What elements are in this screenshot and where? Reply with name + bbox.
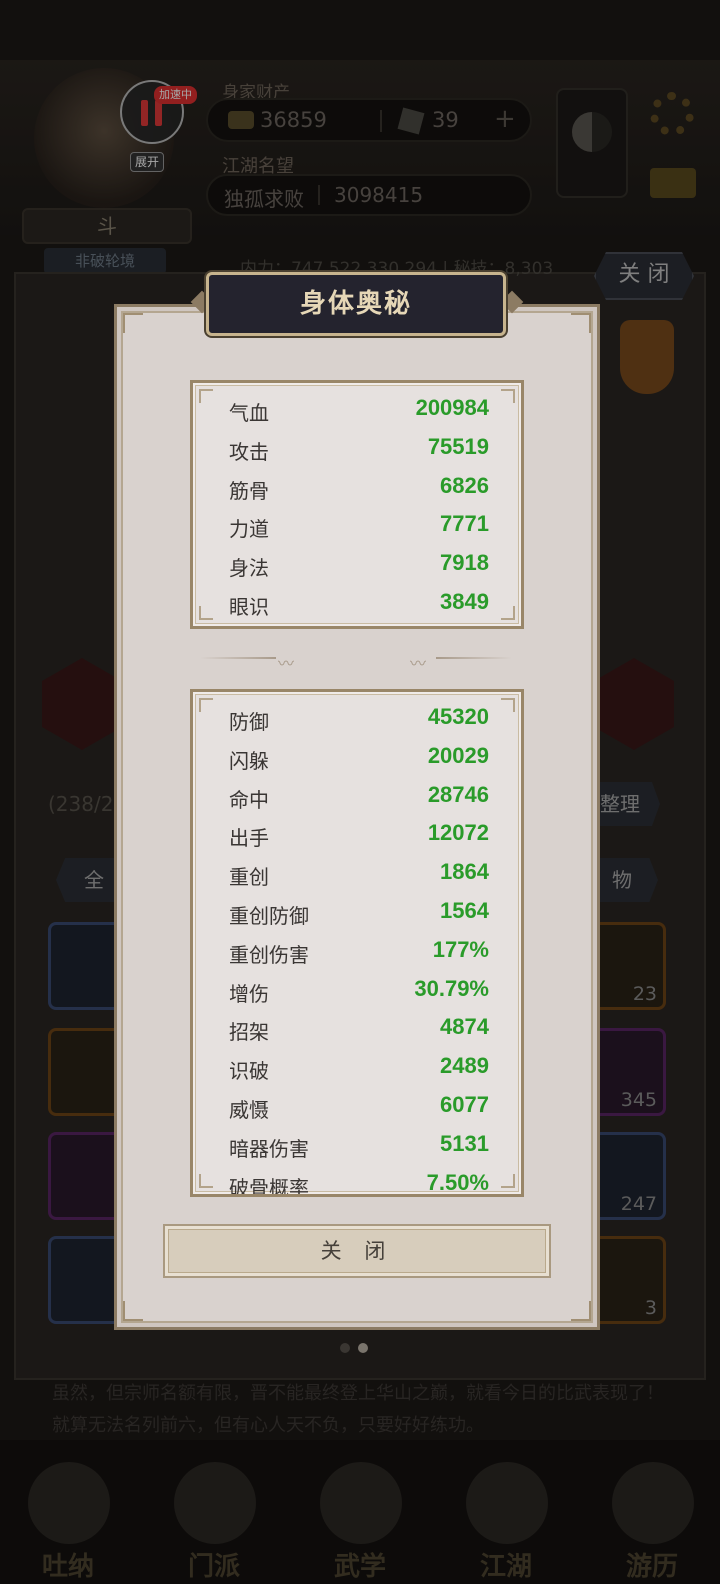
stat-name: 筋骨 (229, 478, 269, 503)
stat-name: 气血 (229, 401, 269, 425)
stat-value: 6077 (440, 1091, 489, 1117)
stat-row: 防御 45320 (229, 700, 489, 739)
stat-value: 2489 (440, 1053, 489, 1079)
stat-value: 177% (432, 936, 489, 962)
stat-name: 增伤 (229, 981, 269, 1006)
stat-row: 暗器伤害 5131 (229, 1127, 489, 1166)
stat-name: 力道 (229, 517, 269, 542)
divider (200, 657, 276, 659)
stat-name: 重创 (229, 865, 269, 890)
basic-stats-panel: 气血 200984 攻击 75519 筋骨 6826 力道 7771 身法 7918 眼识 3849 (190, 380, 524, 629)
stat-value: 75519 (427, 433, 489, 459)
stat-row: 增伤 30.79% (229, 972, 489, 1011)
stat-value: 7918 (440, 550, 489, 576)
stat-row: 身法 7918 (229, 546, 489, 585)
stat-name: 破骨概率 (229, 1175, 309, 1197)
stat-name: 身法 (229, 556, 269, 581)
stat-value: 7.50% (426, 1169, 489, 1195)
stat-row: 重创伤害 177% (229, 933, 489, 972)
stat-value: 7771 (440, 511, 489, 537)
stat-name: 识破 (229, 1059, 269, 1084)
divider (436, 657, 512, 659)
flourish-icon: 〰 (278, 654, 295, 673)
stat-row: 识破 2489 (229, 1049, 489, 1088)
stat-name: 重创防御 (229, 903, 309, 928)
page-dot (340, 1343, 350, 1353)
stat-row: 气血 200984 (229, 391, 489, 430)
stat-name: 出手 (229, 826, 269, 851)
stat-value: 200984 (415, 395, 489, 420)
flourish-icon: 〰 (410, 654, 427, 673)
stat-name: 攻击 (229, 439, 269, 464)
stat-row: 招架 4874 (229, 1010, 489, 1049)
stat-name: 闪躲 (229, 748, 269, 773)
stat-value: 4874 (440, 1014, 489, 1040)
stat-row: 出手 12072 (229, 816, 489, 855)
stat-value: 45320 (427, 704, 489, 729)
stat-row: 重创 1864 (229, 855, 489, 894)
stat-row: 眼识 3849 (229, 585, 489, 624)
stat-value: 5131 (440, 1130, 489, 1156)
stat-name: 命中 (229, 787, 269, 812)
page-dot-active (358, 1343, 368, 1353)
stat-name: 威慑 (229, 1097, 269, 1122)
stat-name: 眼识 (229, 594, 269, 619)
stat-value: 1864 (440, 859, 489, 885)
advanced-stats-list: 防御 45320 闪躲 20029 命中 28746 出手 12072 重创 1864 重创防御 15… (229, 700, 489, 1197)
stat-row: 破骨概率 7.50% (229, 1166, 489, 1197)
close-button[interactable]: 关 闭 (163, 1224, 551, 1278)
stat-row: 重创防御 1564 (229, 894, 489, 933)
stat-value: 28746 (427, 781, 489, 807)
dialog-title: 身体奥秘 (299, 289, 412, 319)
stat-row: 威慑 6077 (229, 1088, 489, 1127)
stat-name: 暗器伤害 (229, 1136, 309, 1161)
stat-row: 闪躲 20029 (229, 739, 489, 778)
stat-value: 1564 (440, 897, 489, 923)
stat-name: 重创伤害 (229, 942, 309, 967)
stat-row: 力道 7771 (229, 507, 489, 546)
stat-row: 攻击 75519 (229, 430, 489, 469)
stat-value: 30.79% (414, 975, 489, 1001)
stat-value: 12072 (427, 820, 489, 846)
dialog-title-plate: 身体奥秘 (206, 272, 506, 336)
stat-value: 20029 (427, 742, 489, 768)
advanced-stats-panel[interactable]: 防御 45320 闪躲 20029 命中 28746 出手 12072 重创 1864 重创防御 15… (190, 689, 524, 1197)
basic-stats-list: 气血 200984 攻击 75519 筋骨 6826 力道 7771 身法 7918 眼识 3849 (229, 391, 489, 624)
stat-row: 命中 28746 (229, 778, 489, 817)
close-button-label: 关 闭 (320, 1239, 394, 1263)
stat-row: 筋骨 6826 (229, 469, 489, 508)
page-indicator (340, 1338, 376, 1357)
stat-value: 3849 (440, 588, 489, 614)
stat-name: 防御 (229, 710, 269, 734)
stat-name: 招架 (229, 1020, 269, 1045)
stat-value: 6826 (440, 472, 489, 498)
